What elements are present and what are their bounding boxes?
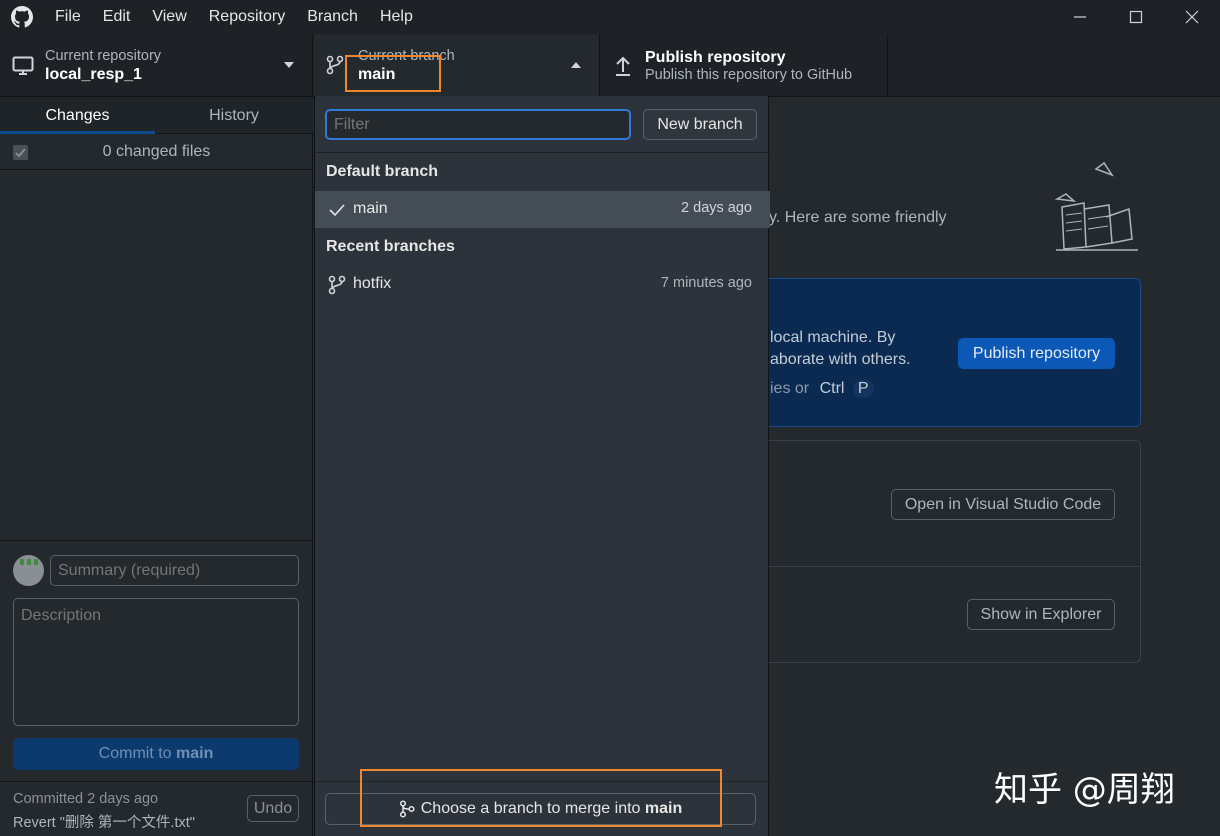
current-repository-button[interactable]: Current repository local_resp_1: [0, 34, 313, 96]
publish-repository-subtitle: Publish this repository to GitHub: [645, 67, 853, 83]
git-branch-icon: [326, 55, 344, 75]
check-icon: [329, 203, 345, 217]
publish-card-line2: aborate with others.: [770, 351, 911, 368]
avatar: [13, 555, 44, 586]
computer-icon: [12, 56, 34, 76]
branch-name: main: [353, 200, 388, 217]
tab-changes[interactable]: Changes: [0, 97, 155, 134]
menu-help[interactable]: Help: [369, 0, 424, 34]
close-icon[interactable]: [1164, 0, 1220, 34]
actions-card: Open in Visual Studio Code Show in Explo…: [759, 440, 1141, 663]
branch-highlight-box: [345, 55, 441, 92]
default-branch-heading: Default branch: [326, 163, 439, 180]
current-repository-label: Current repository: [45, 48, 162, 64]
branch-filter-input[interactable]: [325, 109, 631, 140]
changed-files-count: 0 changed files: [102, 143, 211, 160]
branch-item-main[interactable]: main 2 days ago: [315, 191, 770, 228]
commit-button[interactable]: Commit to main: [13, 738, 299, 770]
branch-time: 7 minutes ago: [660, 275, 752, 291]
branch-name: hotfix: [353, 275, 392, 292]
new-branch-button[interactable]: New branch: [643, 109, 757, 140]
caret-down-icon: [283, 61, 295, 69]
publish-card: local machine. By aborate with others. i…: [759, 278, 1141, 427]
menu-view[interactable]: View: [141, 0, 197, 34]
maximize-icon[interactable]: [1108, 0, 1164, 34]
branch-time: 2 days ago: [681, 200, 752, 216]
divider: [315, 152, 770, 153]
last-commit-time: Committed 2 days ago: [13, 791, 159, 807]
description-input[interactable]: [13, 598, 299, 726]
publish-card-line3-text: ies or: [770, 380, 810, 397]
recent-branches-heading: Recent branches: [326, 238, 455, 255]
undo-button[interactable]: Undo: [247, 795, 299, 822]
merge-highlight-box: [360, 769, 722, 827]
divider: [760, 566, 1140, 567]
github-logo-icon: [0, 0, 44, 34]
publish-repository-title: Publish repository: [645, 49, 786, 66]
branch-item-hotfix[interactable]: hotfix 7 minutes ago: [315, 266, 770, 303]
menu-edit[interactable]: Edit: [92, 0, 142, 34]
branch-dropdown: New branch Default branch main 2 days ag…: [314, 96, 770, 836]
illustration-icon: [1054, 159, 1144, 254]
tab-history[interactable]: History: [155, 97, 313, 134]
sidebar: Changes History 0 changed files Commit t…: [0, 97, 313, 836]
publish-card-line1: local machine. By: [770, 329, 896, 346]
show-in-explorer-button[interactable]: Show in Explorer: [967, 599, 1115, 630]
caret-up-icon: [570, 61, 582, 69]
toolbar: Current repository local_resp_1 Current …: [0, 34, 1220, 97]
current-repository-value: local_resp_1: [45, 66, 142, 83]
git-branch-icon: [328, 275, 346, 295]
summary-input[interactable]: [50, 555, 299, 586]
publish-repository-toolbar-button[interactable]: Publish repository Publish this reposito…: [600, 34, 888, 96]
upload-icon: [614, 55, 632, 77]
menu-repository[interactable]: Repository: [198, 0, 296, 34]
open-in-vscode-button[interactable]: Open in Visual Studio Code: [891, 489, 1115, 520]
minimize-icon[interactable]: [1052, 0, 1108, 34]
main-content: y. Here are some friendly local machine.…: [759, 97, 1220, 836]
divider: [0, 540, 313, 541]
title-bar: File Edit View Repository Branch Help: [0, 0, 1220, 34]
last-commit-message: Revert "删除 第一个文件.txt": [13, 815, 195, 831]
commit-branch-name: main: [176, 745, 214, 762]
publish-card-line3: ies or Ctrl P: [770, 380, 874, 398]
commit-button-label: Commit to: [98, 745, 176, 762]
shortcut-key-ctrl: Ctrl: [819, 380, 845, 397]
intro-text: y. Here are some friendly: [769, 209, 947, 226]
watermark-text: 知乎 @周翔: [994, 770, 1175, 810]
menu-branch[interactable]: Branch: [296, 0, 369, 34]
menu-file[interactable]: File: [44, 0, 92, 34]
shortcut-key-p: P: [852, 380, 874, 398]
changes-header: 0 changed files: [0, 134, 313, 170]
publish-repository-button[interactable]: Publish repository: [958, 338, 1115, 369]
divider: [0, 781, 313, 782]
